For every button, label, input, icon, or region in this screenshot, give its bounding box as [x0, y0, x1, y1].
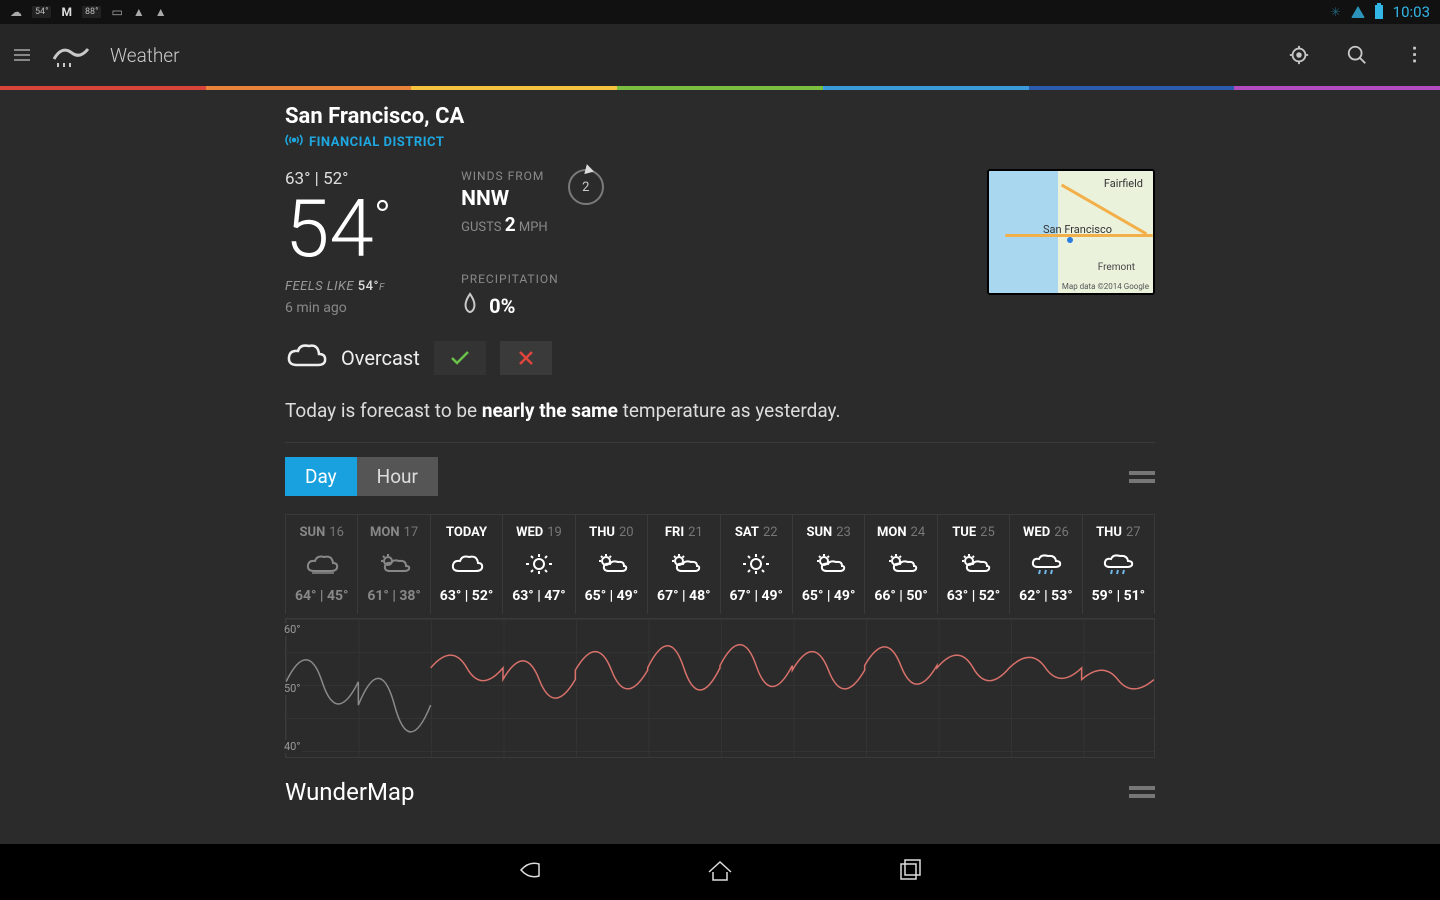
daily-forecast-strip[interactable]: SUN1664° | 45°MON1761° | 38°TODAY63° | 5…	[285, 514, 1155, 614]
partly-cloudy-icon	[304, 550, 340, 578]
menu-icon[interactable]	[14, 46, 30, 64]
wifi-icon	[1351, 6, 1365, 18]
mostly-sunny-icon	[811, 550, 847, 578]
location-city: San Francisco, CA	[285, 104, 464, 129]
temp-badge-2: 88°	[82, 6, 101, 18]
android-status-bar: ☁ 54° M 88° ▭ ▲ ▲ ✳ 10:03	[0, 0, 1440, 24]
forecast-day[interactable]: WED1963° | 47°	[503, 515, 575, 614]
recents-icon[interactable]	[895, 855, 925, 889]
station-name: FINANCIAL DISTRICT	[309, 135, 444, 150]
vibrate-icon: ✳	[1331, 5, 1341, 19]
forecast-day[interactable]: MON2466° | 50°	[865, 515, 937, 614]
drop-icon	[461, 292, 479, 319]
sunny-icon	[521, 550, 557, 578]
forecast-insight: Today is forecast to be nearly the same …	[285, 399, 1155, 422]
forecast-day[interactable]: SAT2267° | 49°	[721, 515, 793, 614]
forecast-day[interactable]: FRI2167° | 48°	[648, 515, 720, 614]
app-logo-icon	[48, 39, 92, 71]
condition-text: Overcast	[341, 346, 420, 370]
play-store-icon: ▲	[133, 5, 145, 19]
weather-notif-icon: ☁	[10, 5, 22, 19]
wind-direction: NNW	[461, 187, 548, 211]
wind-gusts: GUSTS 2 MPH	[461, 213, 548, 236]
notif-generic-icon: ▭	[111, 5, 122, 19]
forecast-tabs-row: Day Hour	[285, 457, 1155, 496]
back-icon[interactable]	[515, 855, 545, 889]
cloud-icon	[285, 341, 327, 375]
forecast-day[interactable]: WED2662° | 53°	[1010, 515, 1082, 614]
mostly-sunny-icon	[666, 550, 702, 578]
feels-like: FEELS LIKE 54°F	[285, 279, 391, 294]
precip-value: 0%	[461, 292, 604, 319]
tab-hour[interactable]: Hour	[357, 457, 438, 496]
reject-condition-button[interactable]	[500, 341, 552, 375]
wind-block: WINDS FROM NNW GUSTS 2 MPH 2 PRECIPITATI…	[461, 169, 604, 319]
status-clock: 10:03	[1393, 3, 1430, 21]
tab-day[interactable]: Day	[285, 457, 357, 496]
map-thumbnail[interactable]: Fairfield San Francisco Fremont Map data…	[987, 169, 1155, 295]
broadcast-icon	[285, 133, 303, 151]
sunny-icon	[738, 550, 774, 578]
updated-ago: 6 min ago	[285, 300, 391, 316]
wind-label: WINDS FROM	[461, 169, 548, 183]
forecast-day[interactable]: SUN1664° | 45°	[285, 515, 358, 614]
locate-icon[interactable]	[1288, 44, 1310, 66]
play-store-icon-2: ▲	[155, 5, 167, 19]
forecast-day[interactable]: MON1761° | 38°	[358, 515, 430, 614]
forecast-day[interactable]: SUN2365° | 49°	[793, 515, 865, 614]
home-icon[interactable]	[705, 855, 735, 889]
precip-label: PRECIPITATION	[461, 272, 604, 286]
temp-badge: 54°	[32, 6, 51, 18]
rain-icon	[1028, 550, 1064, 578]
action-bar: Weather	[0, 24, 1440, 86]
mostly-sunny-icon	[956, 550, 992, 578]
rain-icon	[1100, 550, 1136, 578]
page-title: Weather	[110, 44, 180, 67]
cloudy-icon	[449, 550, 485, 578]
map-attribution: Map data ©2014 Google	[1062, 282, 1149, 291]
gmail-icon: M	[61, 5, 72, 19]
map-city-fairfield: Fairfield	[1104, 177, 1143, 190]
mostly-sunny-icon	[593, 550, 629, 578]
current-temp-block: 63° | 52° 54° FEELS LIKE 54°F 6 min ago	[285, 169, 391, 319]
forecast-day[interactable]: THU2759° | 51°	[1083, 515, 1155, 614]
condition-row: Overcast	[285, 341, 1155, 375]
android-nav-bar	[0, 844, 1440, 900]
current-temp: 54	[285, 189, 374, 269]
map-pin-icon	[1067, 237, 1073, 243]
overflow-menu-icon[interactable]	[1404, 44, 1426, 66]
search-icon[interactable]	[1346, 44, 1368, 66]
reorder-handle-icon[interactable]	[1129, 471, 1155, 483]
mostly-sunny-icon	[883, 550, 919, 578]
map-city-fremont: Fremont	[1098, 262, 1135, 273]
forecast-day[interactable]: TUE2563° | 52°	[938, 515, 1010, 614]
degree-symbol: °	[374, 195, 391, 241]
reorder-handle-icon[interactable]	[1129, 786, 1155, 798]
map-city-sf: San Francisco	[1043, 223, 1112, 236]
battery-icon	[1375, 5, 1383, 19]
forecast-day[interactable]: THU2065° | 49°	[576, 515, 648, 614]
partly-sunny-icon	[376, 550, 412, 578]
temperature-chart[interactable]: 60°50°40°	[285, 618, 1155, 758]
confirm-condition-button[interactable]	[434, 341, 486, 375]
forecast-day[interactable]: TODAY63° | 52°	[431, 515, 503, 614]
divider	[285, 442, 1155, 443]
wind-compass-icon: 2	[568, 169, 604, 205]
weather-station-link[interactable]: FINANCIAL DISTRICT	[285, 133, 464, 151]
content-area[interactable]: San Francisco, CA FINANCIAL DISTRICT 63°…	[0, 90, 1440, 844]
wundermap-title: WunderMap	[285, 778, 414, 806]
